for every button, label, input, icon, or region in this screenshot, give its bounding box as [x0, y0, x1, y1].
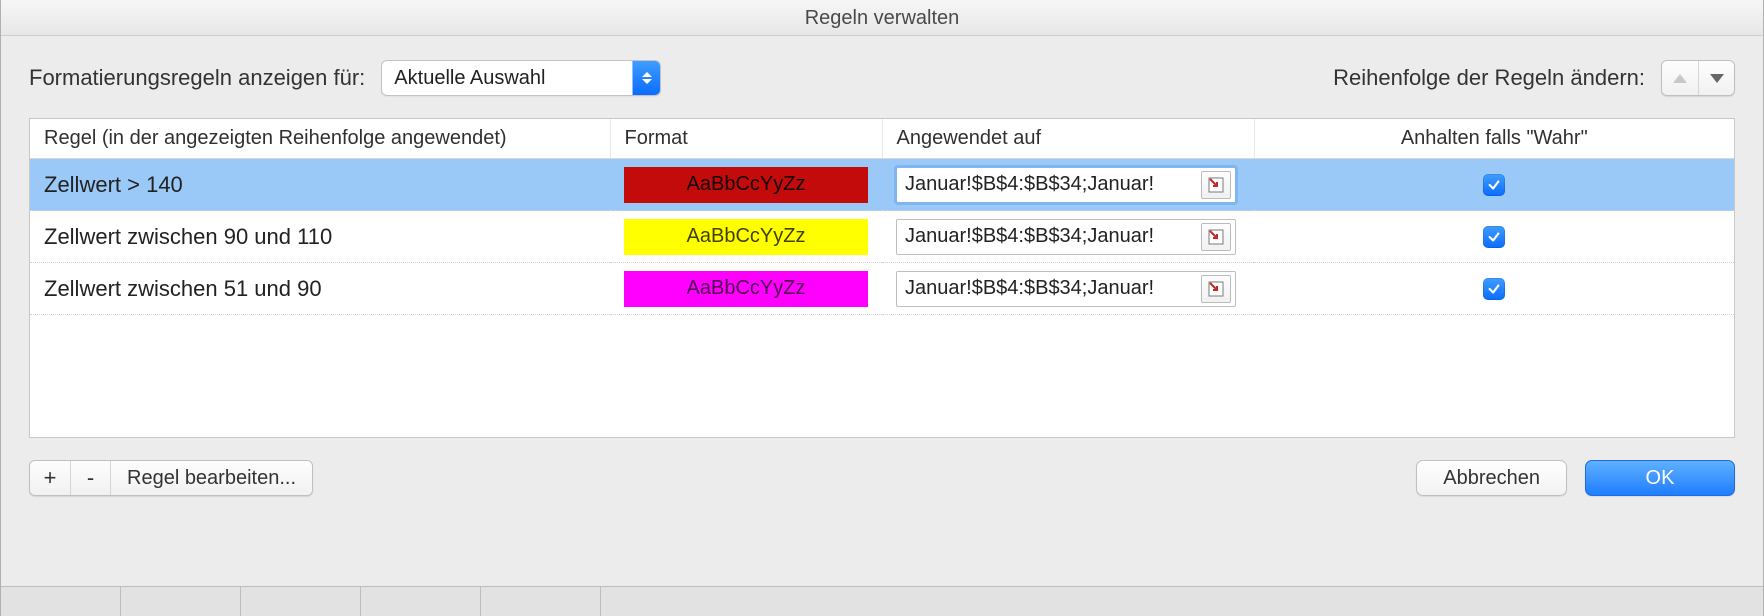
move-down-button[interactable]	[1698, 61, 1734, 95]
range-picker-icon	[1208, 229, 1224, 245]
ok-button[interactable]: OK	[1585, 460, 1735, 496]
col-applied[interactable]: Angewendet auf	[882, 119, 1254, 159]
stop-if-true-checkbox[interactable]	[1483, 278, 1505, 300]
rule-name: Zellwert zwischen 51 und 90	[44, 276, 322, 301]
range-picker-button[interactable]	[1201, 171, 1231, 199]
manage-rules-dialog: Regeln verwalten Formatierungsregeln anz…	[0, 0, 1764, 616]
window-title: Regeln verwalten	[1, 0, 1763, 36]
stop-if-true-checkbox[interactable]	[1483, 174, 1505, 196]
background-grid-strip	[1, 586, 1763, 616]
rule-row[interactable]: Zellwert zwischen 90 und 110 AaBbCcYyZz	[30, 211, 1734, 263]
col-format[interactable]: Format	[610, 119, 882, 159]
dialog-content: Formatierungsregeln anzeigen für: Aktuel…	[1, 36, 1763, 518]
check-icon	[1487, 230, 1501, 244]
scope-select-value: Aktuelle Auswahl	[394, 67, 632, 90]
check-icon	[1487, 178, 1501, 192]
col-stop[interactable]: Anhalten falls "Wahr"	[1254, 119, 1734, 159]
arrow-down-icon	[1710, 74, 1724, 83]
applied-to-input[interactable]	[897, 168, 1201, 202]
cancel-button[interactable]: Abbrechen	[1416, 460, 1567, 496]
rule-edit-group: + - Regel bearbeiten...	[29, 460, 313, 496]
bottom-toolbar: + - Regel bearbeiten... Abbrechen OK	[29, 460, 1735, 496]
applied-to-field	[896, 167, 1236, 203]
range-picker-icon	[1208, 177, 1224, 193]
rules-table-container: Regel (in der angezeigten Reihenfolge an…	[29, 118, 1735, 438]
updown-icon	[632, 61, 660, 95]
remove-rule-button[interactable]: -	[70, 461, 110, 495]
range-picker-icon	[1208, 281, 1224, 297]
scope-row: Formatierungsregeln anzeigen für: Aktuel…	[29, 60, 1735, 96]
show-rules-for-label: Formatierungsregeln anzeigen für:	[29, 65, 365, 91]
applied-to-input[interactable]	[897, 272, 1201, 306]
applied-to-input[interactable]	[897, 220, 1201, 254]
rule-row[interactable]: Zellwert zwischen 51 und 90 AaBbCcYyZz	[30, 263, 1734, 315]
arrow-up-icon	[1673, 74, 1687, 83]
range-picker-button[interactable]	[1201, 275, 1231, 303]
scope-select[interactable]: Aktuelle Auswahl	[381, 60, 661, 96]
stop-if-true-checkbox[interactable]	[1483, 226, 1505, 248]
reorder-button-group	[1661, 60, 1735, 96]
add-rule-button[interactable]: +	[30, 461, 70, 495]
format-preview: AaBbCcYyZz	[624, 271, 868, 307]
format-preview: AaBbCcYyZz	[624, 219, 868, 255]
rule-name: Zellwert > 140	[44, 172, 183, 197]
format-preview: AaBbCcYyZz	[624, 167, 868, 203]
range-picker-button[interactable]	[1201, 223, 1231, 251]
applied-to-field	[896, 219, 1236, 255]
rule-row[interactable]: Zellwert > 140 AaBbCcYyZz	[30, 159, 1734, 211]
col-rule[interactable]: Regel (in der angezeigten Reihenfolge an…	[30, 119, 610, 159]
rules-table: Regel (in der angezeigten Reihenfolge an…	[30, 119, 1734, 315]
check-icon	[1487, 282, 1501, 296]
move-up-button[interactable]	[1662, 61, 1698, 95]
reorder-label: Reihenfolge der Regeln ändern:	[1333, 65, 1645, 91]
rule-name: Zellwert zwischen 90 und 110	[44, 224, 332, 249]
applied-to-field	[896, 271, 1236, 307]
edit-rule-button[interactable]: Regel bearbeiten...	[110, 461, 312, 495]
